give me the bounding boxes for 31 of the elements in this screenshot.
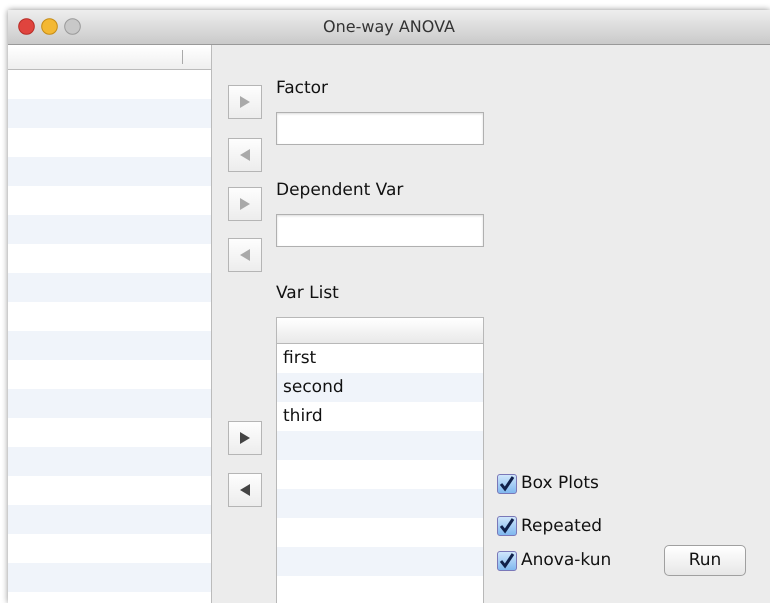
field-label: Var List [276, 282, 340, 304]
right-triangle-icon [238, 197, 252, 211]
right-triangle-icon [238, 431, 252, 445]
minimize-button[interactable] [41, 18, 58, 35]
text-field[interactable] [276, 214, 484, 247]
var-list[interactable]: first second third [276, 317, 484, 603]
arrow-button[interactable] [228, 473, 262, 507]
text-field[interactable] [276, 112, 484, 145]
checkbox-label: Anova-kun [521, 548, 612, 572]
run-button[interactable]: Run [664, 545, 746, 576]
field-label: Factor [276, 77, 330, 99]
check-icon [499, 552, 515, 568]
checkbox[interactable] [497, 474, 517, 494]
checkbox[interactable] [497, 516, 517, 536]
left-triangle-icon [238, 148, 252, 162]
zoom-button[interactable] [64, 18, 81, 35]
check-icon [499, 518, 515, 534]
left-triangle-icon [238, 248, 252, 262]
list-item[interactable]: first [277, 344, 483, 373]
field-label: Dependent Var [276, 179, 404, 201]
checkbox[interactable] [497, 550, 517, 570]
checkbox-label: Box Plots [521, 472, 599, 495]
list-item[interactable]: second [277, 373, 483, 402]
right-triangle-icon [238, 95, 252, 109]
list-item[interactable]: third [277, 402, 483, 431]
checkbox-label: Repeated [521, 514, 602, 538]
left-triangle-icon [238, 483, 252, 497]
window-title: One-way ANOVA [323, 16, 455, 38]
arrow-button[interactable] [228, 421, 262, 455]
check-icon [499, 476, 515, 492]
close-button[interactable] [18, 18, 35, 35]
